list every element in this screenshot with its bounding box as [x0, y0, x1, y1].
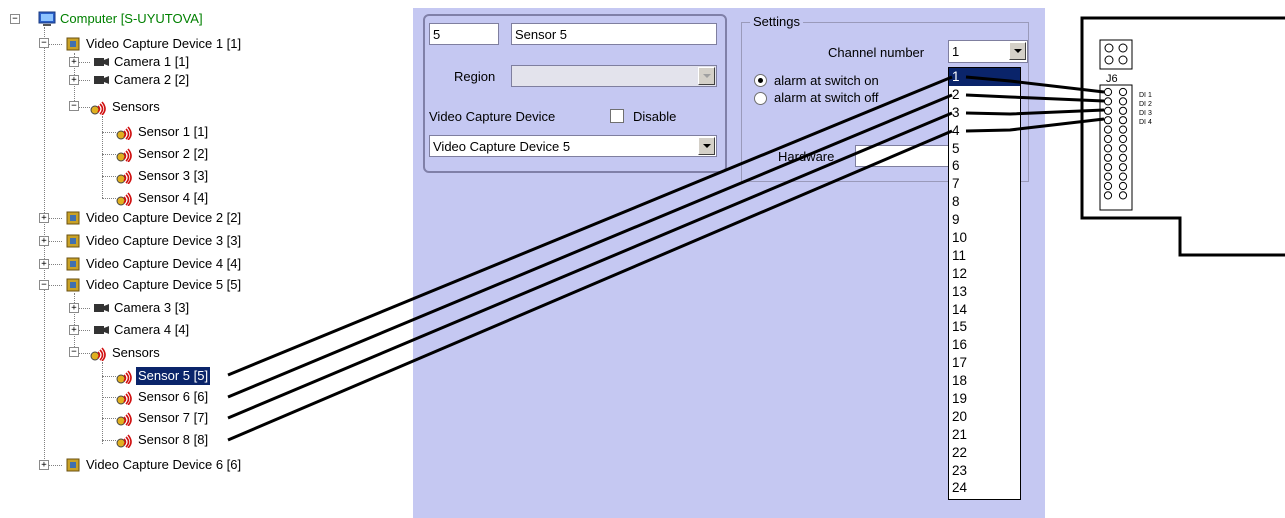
- wire-sensor6-channel2: [227, 93, 953, 399]
- wire-sensor7-channel3: [227, 111, 953, 420]
- wire-sensor8-channel4: [227, 129, 953, 442]
- wire-sensor5-channel1: [227, 75, 953, 377]
- wire-channel4-di4: [965, 117, 1105, 133]
- wiring-overlay: [227, 75, 1105, 442]
- wire-channel1-di1: [965, 75, 1105, 94]
- wire-channel2-di2: [965, 93, 1105, 103]
- wire-channel3-di3: [965, 108, 1105, 116]
